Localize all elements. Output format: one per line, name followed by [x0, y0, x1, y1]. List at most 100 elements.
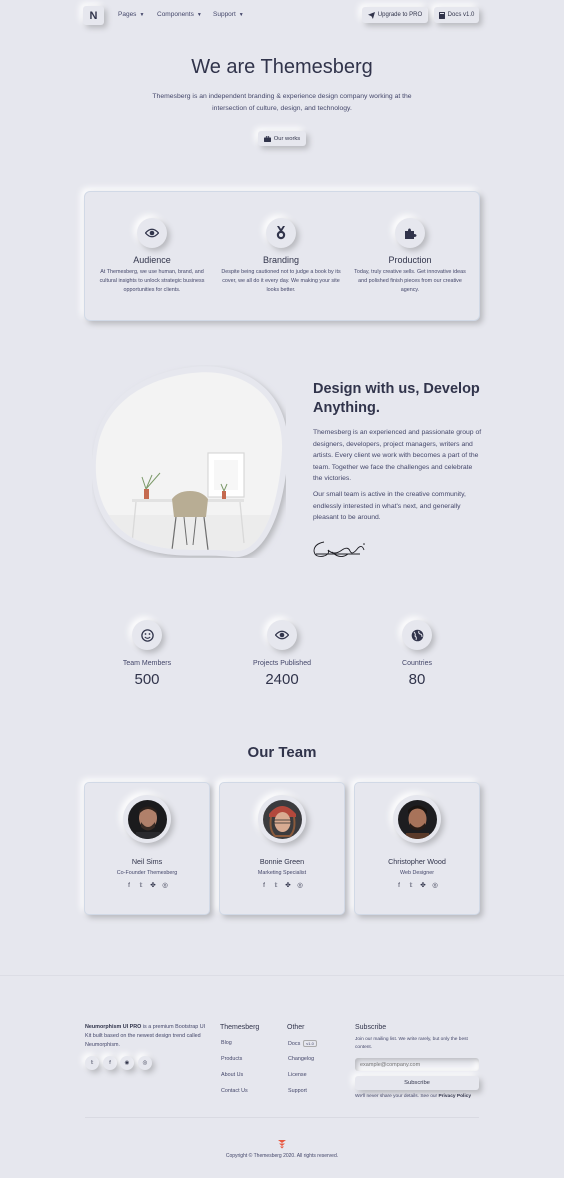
member-social: f 𝕥 ✤ ◎	[355, 882, 479, 889]
stat-label: Projects Published	[253, 660, 311, 667]
footer-about: Neumorphism UI PRO is a premium Bootstra…	[85, 1023, 211, 1050]
feature-text: Today, truly creative sells. Get innovat…	[354, 269, 466, 293]
avatar-ring	[123, 795, 171, 843]
subscribe-button[interactable]: Subscribe	[355, 1076, 479, 1090]
footer-divider	[85, 1117, 479, 1118]
feature-text: At Themesberg, we use human, brand, and …	[99, 269, 205, 293]
footer-dribbble-icon[interactable]: ◎	[138, 1056, 152, 1070]
stat-team-members: Team Members 500	[87, 620, 207, 688]
footer-github-icon[interactable]: ◉	[120, 1056, 134, 1070]
team-title: Our Team	[247, 744, 317, 761]
feature-title: Branding	[262, 255, 300, 265]
nav-item-support[interactable]: Support ▼	[213, 11, 244, 18]
paper-plane-icon	[367, 11, 375, 19]
eye-icon	[137, 218, 167, 248]
avatar	[127, 799, 167, 839]
chevron-down-icon: ▼	[139, 11, 145, 18]
footer-link-docs-label: Docs	[288, 1040, 301, 1047]
themesberg-logo-icon	[277, 1136, 287, 1154]
footer-link-license[interactable]: License	[288, 1072, 307, 1078]
eye-icon	[267, 620, 297, 650]
stat-label: Team Members	[122, 660, 172, 667]
feature-title: Audience	[133, 255, 171, 265]
puzzle-icon	[395, 218, 425, 248]
slack-icon[interactable]: ✤	[420, 882, 427, 889]
facebook-icon[interactable]: f	[261, 882, 268, 889]
briefcase-icon	[263, 135, 271, 142]
footer-facebook-icon[interactable]: f	[103, 1056, 117, 1070]
twitter-icon[interactable]: 𝕥	[138, 882, 145, 889]
member-social: f 𝕥 ✤ ◎	[85, 882, 209, 889]
footer-link-products[interactable]: Products	[221, 1056, 242, 1062]
our-works-button[interactable]: Our works	[258, 131, 306, 146]
chevron-down-icon: ▼	[238, 11, 244, 18]
member-social: f 𝕥 ✤ ◎	[220, 882, 344, 889]
version-badge: v1.0	[303, 1040, 317, 1047]
team-card: Christopher Wood Web Designer f 𝕥 ✤ ◎	[354, 782, 480, 915]
member-name: Neil Sims	[131, 857, 163, 866]
workspace-illustration	[91, 365, 289, 558]
subscribe-note: We'll never share your details. See our …	[355, 1094, 471, 1099]
docs-button[interactable]: Docs v1.0	[434, 7, 479, 23]
nav-item-components[interactable]: Components ▼	[157, 11, 202, 18]
upgrade-pro-label: Upgrade to PRO	[377, 12, 423, 18]
brand-logo[interactable]: N	[83, 6, 104, 25]
twitter-icon[interactable]: 𝕥	[408, 882, 415, 889]
subscribe-text: Join our mailing list. We write rarely, …	[355, 1037, 468, 1050]
about-title: Design with us, Develop Anything.	[313, 381, 480, 416]
slack-icon[interactable]: ✤	[285, 882, 292, 889]
dribbble-icon[interactable]: ◎	[162, 882, 169, 889]
dribbble-icon[interactable]: ◎	[432, 882, 439, 889]
nav-item-pages[interactable]: Pages ▼	[118, 11, 144, 18]
footer-link-changelog[interactable]: Changelog	[288, 1056, 314, 1062]
about-paragraph: Our small team is active in the creative…	[313, 491, 466, 521]
privacy-policy-link[interactable]: Privacy Policy	[438, 1094, 471, 1099]
footer-link-support[interactable]: Support	[288, 1088, 307, 1094]
subscribe-note-text: We'll never share your details. See our	[355, 1094, 439, 1099]
about-paragraph: Themesberg is an experienced and passion…	[313, 429, 482, 482]
hero-subtitle: Themesberg is an independent branding & …	[152, 93, 412, 112]
stat-value: 500	[134, 671, 160, 688]
member-name: Christopher Wood	[388, 857, 446, 866]
stat-value: 2400	[265, 671, 299, 688]
twitter-icon[interactable]: 𝕥	[273, 882, 280, 889]
footer-link-contact[interactable]: Contact Us	[221, 1088, 248, 1094]
member-role: Marketing Specialist	[257, 870, 307, 876]
stat-value: 80	[408, 671, 426, 688]
footer-twitter-icon[interactable]: 𝕥	[85, 1056, 99, 1070]
feature-title: Production	[388, 255, 432, 265]
dribbble-icon[interactable]: ◎	[297, 882, 304, 889]
footer-link-blog[interactable]: Blog	[221, 1040, 232, 1046]
book-icon	[438, 11, 445, 19]
hero-title: We are Themesberg	[191, 56, 373, 78]
stat-countries: Countries 80	[357, 620, 477, 688]
feature-branding: Branding Despite being cautioned not to …	[221, 218, 341, 295]
footer-link-about[interactable]: About Us	[221, 1072, 243, 1078]
smile-icon	[132, 620, 162, 650]
member-role: Web Designer	[399, 870, 435, 876]
avatar-ring	[393, 795, 441, 843]
feature-production: Production Today, truly creative sells. …	[350, 218, 470, 295]
globe-icon	[402, 620, 432, 650]
footer-col-title: Other	[287, 1024, 305, 1031]
team-card: Neil Sims Co-Founder Themesberg f 𝕥 ✤ ◎	[84, 782, 210, 915]
chevron-down-icon: ▼	[196, 11, 202, 18]
copyright: Copyright © Themesberg 2020. All rights …	[225, 1153, 339, 1159]
signature	[312, 536, 368, 567]
nav-item-label: Pages	[118, 11, 137, 18]
footer-divider	[0, 975, 564, 976]
avatar	[262, 799, 302, 839]
member-role: Co-Founder Themesberg	[116, 870, 178, 876]
medal-icon	[266, 218, 296, 248]
slack-icon[interactable]: ✤	[150, 882, 157, 889]
upgrade-pro-button[interactable]: Upgrade to PRO	[362, 7, 428, 23]
facebook-icon[interactable]: f	[396, 882, 403, 889]
team-card: Bonnie Green Marketing Specialist f 𝕥 ✤ …	[219, 782, 345, 915]
email-field[interactable]	[355, 1058, 479, 1071]
facebook-icon[interactable]: f	[126, 882, 133, 889]
subscribe-title: Subscribe	[355, 1024, 387, 1031]
avatar	[397, 799, 437, 839]
footer-link-docs[interactable]: Docs v1.0	[288, 1040, 317, 1047]
footer-brand: Neumorphism UI PRO	[85, 1024, 142, 1030]
our-works-label: Our works	[273, 135, 301, 142]
